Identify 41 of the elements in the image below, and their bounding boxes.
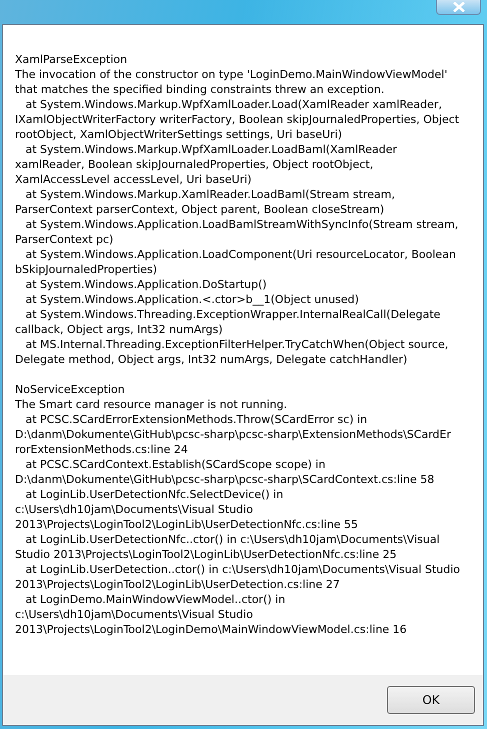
message-text: xamlReader, Boolean skipJournaledProperties, Object rootObject, <box>15 157 374 172</box>
message-text: at System.Windows.Application.LoadBamlStreamWithSyncInfo(Stream stream, <box>24 217 460 232</box>
message-text: at LoginLib.UserDetection..ctor() in c:\Users\dh10jam\Documents\Visual Studio <box>24 562 462 577</box>
message-text: The invocation of the constructor on type 'LoginDemo.MainWindowViewModel' <box>15 67 448 82</box>
message-text: rorExtensionMethods.cs:line 24 <box>15 442 189 457</box>
message-text: 2013\Projects\LoginTool2\LoginLib\UserDetectionNfc.cs:line 55 <box>15 517 360 532</box>
message-text: at LoginLib.UserDetectionNfc.SelectDevice() in <box>24 487 284 502</box>
message-text: Studio 2013\Projects\LoginTool2\LoginLib\UserDetectionNfc.cs:line 25 <box>15 547 398 562</box>
message-text: c:\Users\dh10jam\Documents\Visual Studio <box>15 502 254 517</box>
close-icon <box>452 2 466 12</box>
message-text: at LoginLib.UserDetectionNfc..ctor() in c:\Users\dh10jam\Documents\Visual <box>24 532 441 547</box>
message-text: at System.Windows.Markup.XamlReader.LoadBaml(Stream stream, <box>24 187 396 202</box>
message-text: at System.Windows.Markup.WpfXamlLoader.Load(XamlReader xamlReader, <box>24 97 443 112</box>
message-text: ParserContext pc) <box>15 232 114 247</box>
message-text: XamlAccessLevel accessLevel, Uri baseUri) <box>15 172 253 187</box>
message-text: D:\danm\Dokumente\GitHub\pcsc-sharp\pcsc-sharp\SCardContext.cs:line 58 <box>15 472 436 487</box>
message-text: at System.Windows.Markup.WpfXamlLoader.LoadBaml(XamlReader <box>24 142 398 157</box>
message-text: callback, Object args, Int32 numArgs) <box>15 322 224 337</box>
message-text: rootObject, XamlObjectWriterSettings settings, Uri baseUri) <box>15 127 344 142</box>
message-text: 2013\Projects\LoginTool2\LoginLib\UserDetection.cs:line 27 <box>15 577 341 592</box>
message-text: that matches the specified binding constraints threw an exception. <box>15 82 386 97</box>
message-text: D:\danm\Dokumente\GitHub\pcsc-sharp\pcsc-sharp\ExtensionMethods\SCardEr <box>15 427 452 442</box>
message-text: at System.Windows.Threading.ExceptionWrapper.InternalRealCall(Delegate <box>24 307 442 322</box>
message-text: NoServiceException <box>15 382 126 397</box>
message-text: at PCSC.SCardContext.Establish(SCardScope scope) in <box>24 457 326 472</box>
close-button[interactable] <box>436 0 481 15</box>
message-text: c:\Users\dh10jam\Documents\Visual Studio <box>15 607 254 622</box>
message-text: at MS.Internal.Threading.ExceptionFilterHelper.TryCatchWhen(Object source, <box>24 337 450 352</box>
message-text: at System.Windows.Application.DoStartup() <box>24 277 268 292</box>
message-text: bSkipJournaledProperties) <box>15 262 158 277</box>
message-text: at System.Windows.Application.<.ctor>b__1(Object unused) <box>24 292 360 307</box>
message-text: IXamlObjectWriterFactory writerFactory, Boolean skipJournaledProperties, Object <box>15 112 460 127</box>
message-text: ParserContext parserContext, Object parent, Boolean closeStream) <box>15 202 386 217</box>
message-text: 2013\Projects\LoginTool2\LoginDemo\MainWindowViewModel.cs:line 16 <box>15 622 408 637</box>
message-text: Delegate method, Object args, Int32 numArgs, Delegate catchHandler) <box>15 352 408 367</box>
message-text: The Smart card resource manager is not running. <box>15 397 288 412</box>
message-text: at System.Windows.Application.LoadComponent(Uri resourceLocator, Boolean <box>24 247 457 262</box>
message-text: XamlParseException <box>15 52 128 67</box>
ok-button[interactable]: OK <box>387 686 475 714</box>
message-text: at PCSC.SCardErrorExtensionMethods.Throw(SCardError sc) in <box>24 412 368 427</box>
message-text: at LoginDemo.MainWindowViewModel..ctor() in <box>24 592 286 607</box>
